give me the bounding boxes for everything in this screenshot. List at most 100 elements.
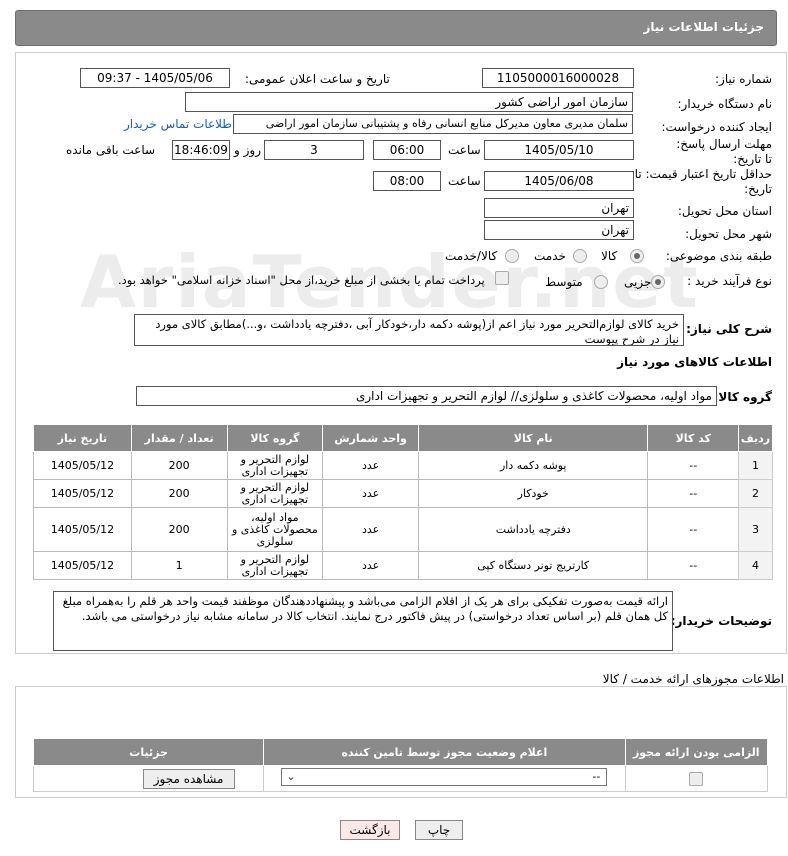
category-option-service: خدمت (534, 249, 566, 263)
permit-status-value: -- (592, 770, 601, 783)
goods-group-label: گروه کالا: (713, 390, 772, 404)
cell-unit: عدد (322, 479, 419, 508)
contact-info-link[interactable]: اطلاعات تماس خریدار (124, 117, 235, 131)
cell-group: مواد اولیه، محصولات کاغذی و سلولزی (226, 507, 324, 552)
price-validity-date-field: 1405/06/08 (484, 171, 634, 191)
cell-name: کارتریج تونر دستگاه کپی (417, 551, 649, 580)
permit-status-select[interactable]: ⌄ -- (281, 768, 608, 786)
cell-code: -- (647, 451, 740, 480)
permits-table: الزامی بودن ارائه مجوز اعلام وضعیت مجوز … (32, 738, 769, 792)
buyer-notes-textarea[interactable]: ارائه قیمت به‌صورت تفکیکی برای هر یک از … (53, 591, 673, 651)
category-radio-goods[interactable] (630, 249, 644, 263)
cell-qty: 200 (130, 451, 228, 480)
buyer-org-label: نام دستگاه خریدار: (677, 97, 773, 111)
table-row: 1 -- پوشه دکمه دار عدد لوازم التحریر و ت… (33, 451, 773, 480)
goods-table: ردیف کد کالا نام کالا واحد شمارش گروه کا… (33, 424, 773, 580)
price-validity-time-field: 08:00 (373, 171, 441, 191)
province-field: تهران (484, 198, 634, 218)
purchase-radio-minor[interactable] (651, 275, 665, 289)
days-field: 3 (264, 140, 364, 160)
cell-row: 1 (738, 451, 773, 480)
category-option-goods: کالا (601, 249, 618, 263)
cell-qty: 1 (130, 551, 228, 580)
col-permit-status: اعلام وضعیت مجوز توسط تامین کننده (263, 738, 626, 766)
deadline-date-field: 1405/05/10 (484, 140, 634, 160)
col-date: تاریخ نیاز (33, 424, 132, 452)
requester-label: ایجاد کننده درخواست: (661, 120, 772, 134)
announce-field: 1405/05/06 - 09:37 (80, 68, 230, 88)
goods-table-header: ردیف کد کالا نام کالا واحد شمارش گروه کا… (33, 424, 773, 452)
price-validity-label: حداقل تاریخ اعتبار قیمت: تا تاریخ: (634, 167, 772, 196)
deadline-time-field: 06:00 (373, 140, 441, 160)
cell-unit: عدد (322, 551, 419, 580)
need-number-label: شماره نیاز: (715, 72, 772, 86)
buyer-notes-label: توضیحات خریدار: (670, 614, 772, 628)
remaining-time-field: 18:46:09 (172, 140, 230, 160)
col-row: ردیف (738, 424, 773, 452)
buyer-org-field: سازمان امور اراضی کشور (185, 92, 633, 112)
permit-required-cell (624, 765, 769, 792)
requester-field: سلمان مدیری معاون مدیرکل منابع انسانی رف… (233, 114, 633, 134)
chevron-down-icon: ⌄ (286, 770, 296, 783)
deadline-label: مهلت ارسال پاسخ: تا تاریخ: (676, 137, 772, 166)
purchase-option-medium: متوسط (545, 275, 583, 289)
view-permit-button[interactable]: مشاهده مجوز (142, 768, 235, 789)
permit-details-cell: مشاهده مجوز (32, 765, 265, 792)
description-label: شرح کلی نیاز: (686, 322, 772, 336)
cell-code: -- (647, 551, 740, 580)
table-row: ⌄ -- مشاهده مجوز (32, 765, 769, 792)
cell-group: لوازم التحریر و تجهیزات اداری (226, 451, 324, 480)
cell-row: 2 (738, 479, 773, 508)
table-row: 2 -- خودکار عدد لوازم التحریر و تجهیزات … (33, 479, 773, 508)
col-group: گروه کالا (226, 424, 324, 452)
page-title: جزئیات اطلاعات نیاز (643, 20, 764, 34)
cell-date: 1405/05/12 (33, 507, 132, 552)
col-code: کد کالا (647, 424, 740, 452)
col-permit-required: الزامی بودن ارائه مجوز (624, 738, 769, 766)
permit-required-checkbox (689, 771, 704, 786)
goods-section-title: اطلاعات کالاهای مورد نیاز (617, 355, 772, 369)
price-validity-time-label: ساعت (448, 174, 481, 188)
col-name: نام کالا (417, 424, 649, 452)
page-header: جزئیات اطلاعات نیاز (15, 10, 777, 46)
col-unit: واحد شمارش (322, 424, 419, 452)
category-radio-both[interactable] (505, 249, 519, 263)
cell-name: خودکار (417, 479, 649, 508)
cell-date: 1405/05/12 (33, 451, 132, 480)
remaining-label: ساعت باقی مانده (66, 143, 156, 157)
cell-qty: 200 (130, 507, 228, 552)
cell-qty: 200 (130, 479, 228, 508)
cell-group: لوازم التحریر و تجهیزات اداری (226, 479, 324, 508)
cell-name: پوشه دکمه دار (417, 451, 649, 480)
city-label: شهر محل تحویل: (685, 227, 772, 241)
back-button[interactable]: بازگشت (340, 820, 400, 840)
permits-section-title: اطلاعات مجوزهای ارائه خدمت / کالا (602, 672, 784, 686)
col-permit-details: جزئیات (32, 738, 265, 766)
cell-date: 1405/05/12 (33, 551, 132, 580)
announce-label: تاریخ و ساعت اعلان عمومی: (245, 72, 390, 86)
treasury-note: پرداخت تمام یا بخشی از مبلغ خرید،از محل … (118, 273, 485, 287)
cell-code: -- (647, 507, 740, 552)
cell-unit: عدد (322, 507, 419, 552)
purchase-type-label: نوع فرآیند خرید : (687, 274, 772, 288)
deadline-time-label: ساعت (448, 143, 481, 157)
cell-code: -- (647, 479, 740, 508)
cell-group: لوازم التحریر و تجهیزات اداری (226, 551, 324, 580)
description-textarea[interactable]: خرید کالای لوازم‌التحریر مورد نیاز اعم ا… (134, 314, 684, 346)
table-row: 3 -- دفترچه یادداشت عدد مواد اولیه، محصو… (33, 507, 773, 552)
cell-name: دفترچه یادداشت (417, 507, 649, 552)
treasury-checkbox[interactable] (495, 271, 509, 285)
city-field: تهران (484, 220, 634, 240)
purchase-radio-medium[interactable] (594, 275, 608, 289)
category-label: طبقه بندی موضوعی: (665, 249, 772, 263)
purchase-option-minor: جزیی (624, 275, 652, 289)
province-label: استان محل تحویل: (677, 204, 772, 218)
permits-table-header: الزامی بودن ارائه مجوز اعلام وضعیت مجوز … (32, 738, 769, 766)
category-radio-service[interactable] (573, 249, 587, 263)
cell-row: 3 (738, 507, 773, 552)
days-label: روز و (234, 143, 261, 157)
goods-group-field: مواد اولیه، محصولات کاغذی و سلولزی// لوا… (136, 386, 717, 406)
permit-status-cell: ⌄ -- (263, 765, 626, 792)
category-option-both: کالا/خدمت (445, 249, 498, 263)
print-button[interactable]: چاپ (415, 820, 463, 840)
